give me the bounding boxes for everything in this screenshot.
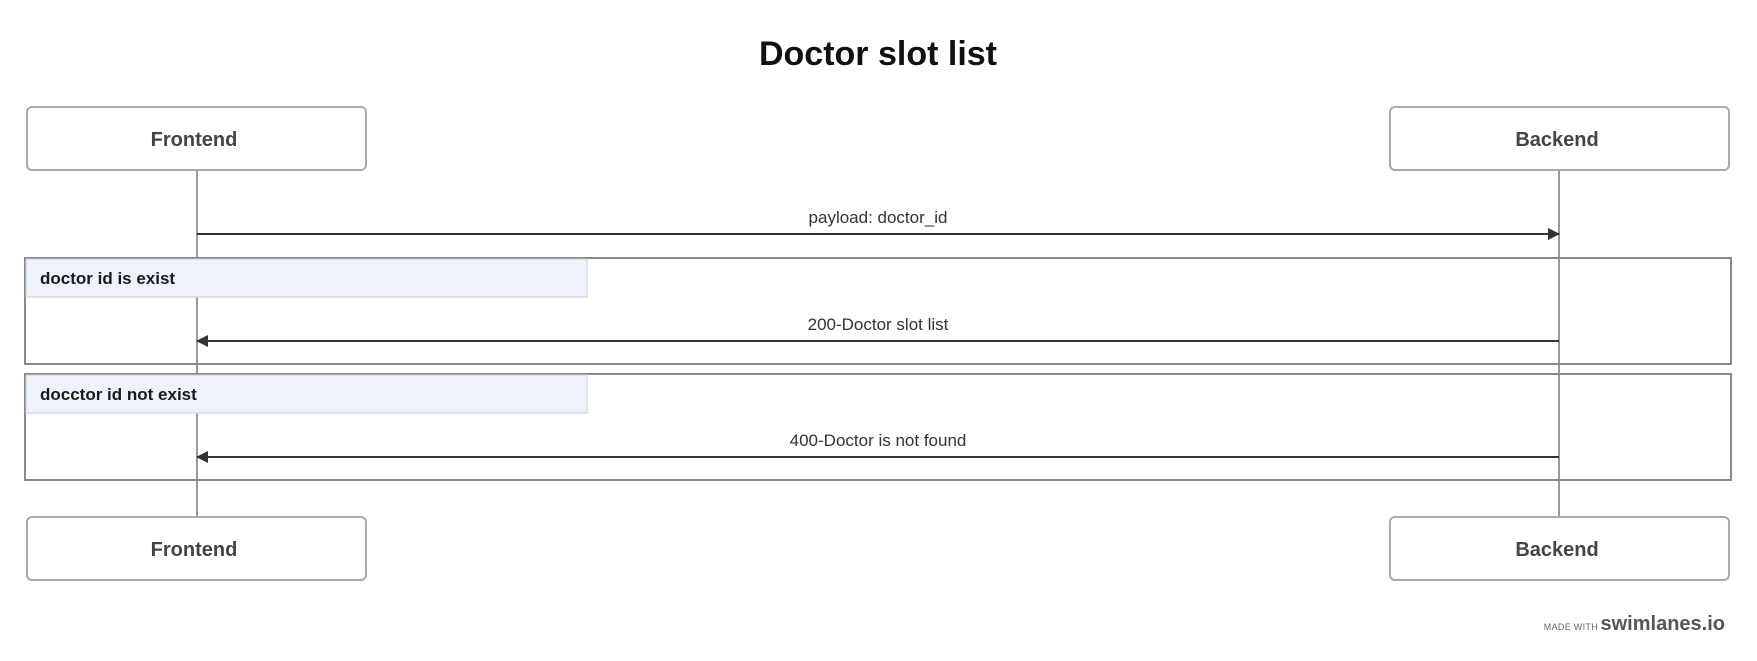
backend-actor-top-label: Backend — [1515, 129, 1598, 151]
made-with-badge[interactable]: MADE WITH swimlanes.io — [1544, 613, 1725, 635]
sequence-diagram: Doctor slot list Frontend Backend payloa… — [24, 35, 1732, 635]
request-message-label: payload: doctor_id — [809, 208, 948, 227]
success-message-label: 200-Doctor slot list — [808, 315, 949, 334]
failure-message-label: 400-Doctor is not found — [790, 431, 967, 450]
backend-actor-bottom[interactable]: Backend — [1389, 516, 1730, 581]
frontend-actor-top-label: Frontend — [151, 129, 238, 151]
made-with-label: MADE WITH — [1544, 622, 1598, 632]
diagram-title: Doctor slot list — [759, 35, 997, 73]
backend-actor-bottom-label: Backend — [1515, 539, 1598, 561]
backend-actor-top[interactable]: Backend — [1389, 106, 1730, 171]
frontend-actor-bottom[interactable]: Frontend — [26, 516, 367, 581]
group-exists-label: doctor id is exist — [40, 269, 175, 288]
request-message: payload: doctor_id — [197, 208, 1560, 240]
sequence-diagram-canvas: Doctor slot list Frontend Backend payloa… — [0, 0, 1757, 661]
frontend-actor-bottom-label: Frontend — [151, 539, 238, 561]
group-not-exists-label: docctor id not exist — [40, 385, 197, 404]
group-exists: doctor id is exist 200-Doctor slot list — [24, 257, 1732, 365]
frontend-actor-top[interactable]: Frontend — [26, 106, 367, 171]
brand-logo-text: swimlanes.io — [1601, 613, 1726, 635]
group-not-exists: docctor id not exist 400-Doctor is not f… — [24, 373, 1732, 481]
